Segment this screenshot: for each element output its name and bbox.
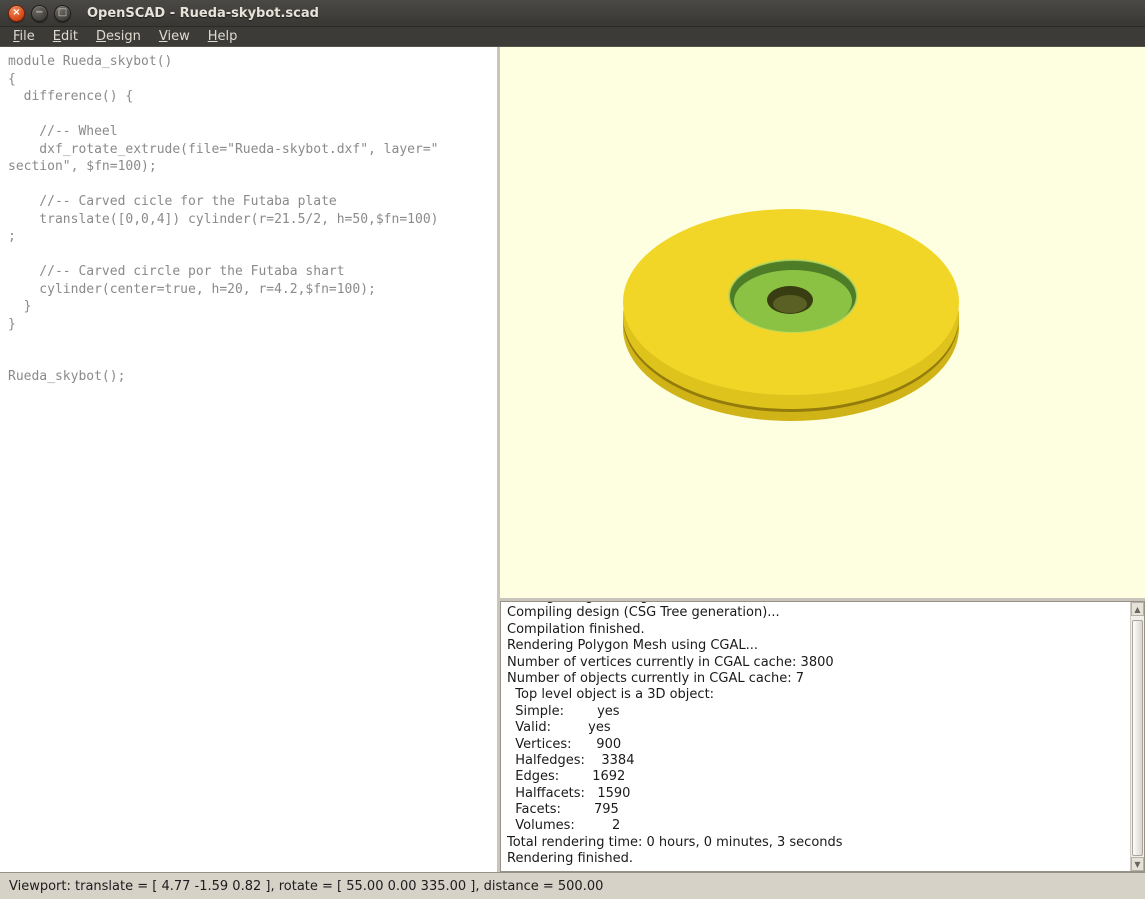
code-editor[interactable]: module Rueda_skybot(){ difference() { //…	[0, 47, 497, 872]
code-line: }	[8, 298, 497, 316]
code-line: module Rueda_skybot()	[8, 53, 497, 71]
window-title: OpenSCAD - Rueda-skybot.scad	[87, 6, 319, 21]
code-line: Rueda_skybot();	[8, 368, 497, 386]
code-line: }	[8, 316, 497, 334]
console-panel[interactable]: Parsing design (AST generation)...Compil…	[500, 601, 1145, 872]
console-line: Rendering Polygon Mesh using CGAL...	[507, 638, 1138, 654]
statusbar: Viewport: translate = [ 4.77 -1.59 0.82 …	[0, 872, 1145, 899]
viewport-status-text: Viewport: translate = [ 4.77 -1.59 0.82 …	[9, 879, 603, 894]
minimize-button[interactable]: −	[31, 5, 48, 22]
code-line	[8, 106, 497, 124]
console-line: Halfedges: 3384	[507, 753, 1138, 769]
console-line: Simple: yes	[507, 704, 1138, 720]
code-line: ;	[8, 228, 497, 246]
code-line: section", $fn=100);	[8, 158, 497, 176]
menu-item-design[interactable]: Design	[87, 28, 150, 46]
code-line: cylinder(center=true, h=20, r=4.2,$fn=10…	[8, 281, 497, 299]
scrollbar-up-icon[interactable]: ▲	[1131, 602, 1144, 616]
titlebar: × − □ OpenSCAD - Rueda-skybot.scad	[0, 0, 1145, 27]
console-line: Compiling design (CSG Tree generation)..…	[507, 605, 1138, 621]
console-line: Number of vertices currently in CGAL cac…	[507, 655, 1138, 671]
menubar: File Edit Design View Help	[0, 27, 1145, 47]
viewport-3d[interactable]	[500, 47, 1145, 598]
rendered-model	[500, 47, 1145, 598]
console-line: Compilation finished.	[507, 622, 1138, 638]
right-panel: Parsing design (AST generation)...Compil…	[500, 47, 1145, 872]
code-line: //-- Wheel	[8, 123, 497, 141]
console-line: Top level object is a 3D object:	[507, 687, 1138, 703]
console-line: Rendering finished.	[507, 851, 1138, 867]
console-line: Vertices: 900	[507, 737, 1138, 753]
scrollbar-thumb[interactable]	[1132, 620, 1143, 856]
code-line: difference() {	[8, 88, 497, 106]
code-line	[8, 333, 497, 351]
menu-item-file[interactable]: File	[4, 28, 44, 46]
console-line: Total rendering time: 0 hours, 0 minutes…	[507, 835, 1138, 851]
code-line: translate([0,0,4]) cylinder(r=21.5/2, h=…	[8, 211, 497, 229]
main-area: module Rueda_skybot(){ difference() { //…	[0, 47, 1145, 872]
menu-item-view[interactable]: View	[150, 28, 199, 46]
code-line	[8, 246, 497, 264]
console-line: Number of objects currently in CGAL cach…	[507, 671, 1138, 687]
console-scrollbar[interactable]: ▲ ▼	[1130, 602, 1144, 871]
openscad-window: × − □ OpenSCAD - Rueda-skybot.scad File …	[0, 0, 1145, 899]
code-line: //-- Carved circle por the Futaba shart	[8, 263, 497, 281]
code-line: {	[8, 71, 497, 89]
maximize-button[interactable]: □	[54, 5, 71, 22]
console-line: Halffacets: 1590	[507, 786, 1138, 802]
code-line: //-- Carved cicle for the Futaba plate	[8, 193, 497, 211]
console-line: Facets: 795	[507, 802, 1138, 818]
scrollbar-down-icon[interactable]: ▼	[1131, 857, 1144, 871]
menu-item-help[interactable]: Help	[199, 28, 247, 46]
close-button[interactable]: ×	[8, 5, 25, 22]
console-line: Valid: yes	[507, 720, 1138, 736]
code-line	[8, 351, 497, 369]
code-line	[8, 176, 497, 194]
console-output: Parsing design (AST generation)...Compil…	[501, 601, 1144, 868]
hole-inner-wall	[773, 295, 807, 313]
console-line: Volumes: 2	[507, 818, 1138, 834]
console-line: Edges: 1692	[507, 769, 1138, 785]
menu-item-edit[interactable]: Edit	[44, 28, 87, 46]
code-line: dxf_rotate_extrude(file="Rueda-skybot.dx…	[8, 141, 497, 159]
